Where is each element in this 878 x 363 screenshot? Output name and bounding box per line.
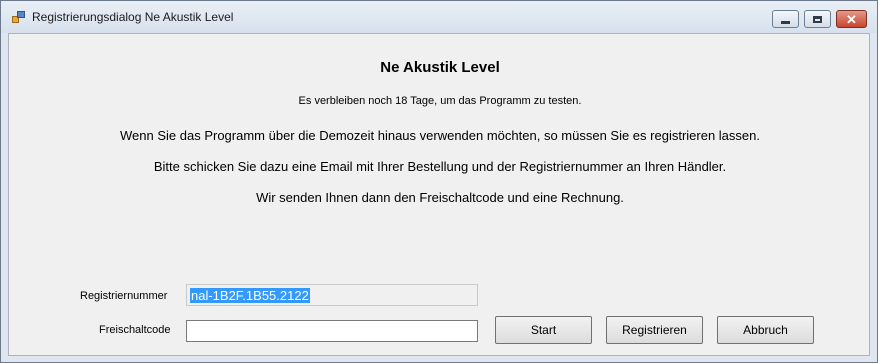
info-text-2: Bitte schicken Sie dazu eine Email mit I… — [153, 159, 727, 174]
trial-days-text: Es verbleiben noch 18 Tage, um das Progr… — [298, 95, 582, 107]
application-icon — [12, 11, 26, 24]
info-text-1: Wenn Sie das Programm über die Demozeit … — [120, 128, 760, 143]
registration-number-value: nal-1B2F.1B55.2122 — [190, 288, 310, 303]
info-text-3: Wir senden Ihnen dann den Freischaltcode… — [256, 190, 624, 205]
dialog-window: Registrierungsdialog Ne Akustik Level ✕ … — [0, 0, 878, 363]
maximize-icon — [813, 15, 822, 23]
dialog-client-area: Ne Akustik Level Es verbleiben noch 18 T… — [8, 33, 870, 356]
cancel-button[interactable]: Abbruch — [717, 316, 814, 344]
unlock-code-input[interactable] — [186, 320, 478, 342]
window-title: Registrierungsdialog Ne Akustik Level — [32, 10, 234, 24]
registration-number-label: Registriernummer — [80, 290, 168, 302]
registration-number-field[interactable]: nal-1B2F.1B55.2122 — [186, 284, 478, 306]
start-button[interactable]: Start — [495, 316, 592, 344]
close-icon: ✕ — [846, 11, 857, 27]
unlock-code-label: Freischaltcode — [99, 324, 171, 336]
close-button[interactable]: ✕ — [836, 10, 867, 28]
maximize-button[interactable] — [804, 10, 831, 28]
title-bar[interactable]: Registrierungsdialog Ne Akustik Level ✕ — [1, 1, 877, 33]
dialog-heading: Ne Akustik Level — [380, 59, 500, 76]
register-button[interactable]: Registrieren — [606, 316, 703, 344]
minimize-icon — [781, 20, 790, 24]
minimize-button[interactable] — [772, 10, 799, 28]
